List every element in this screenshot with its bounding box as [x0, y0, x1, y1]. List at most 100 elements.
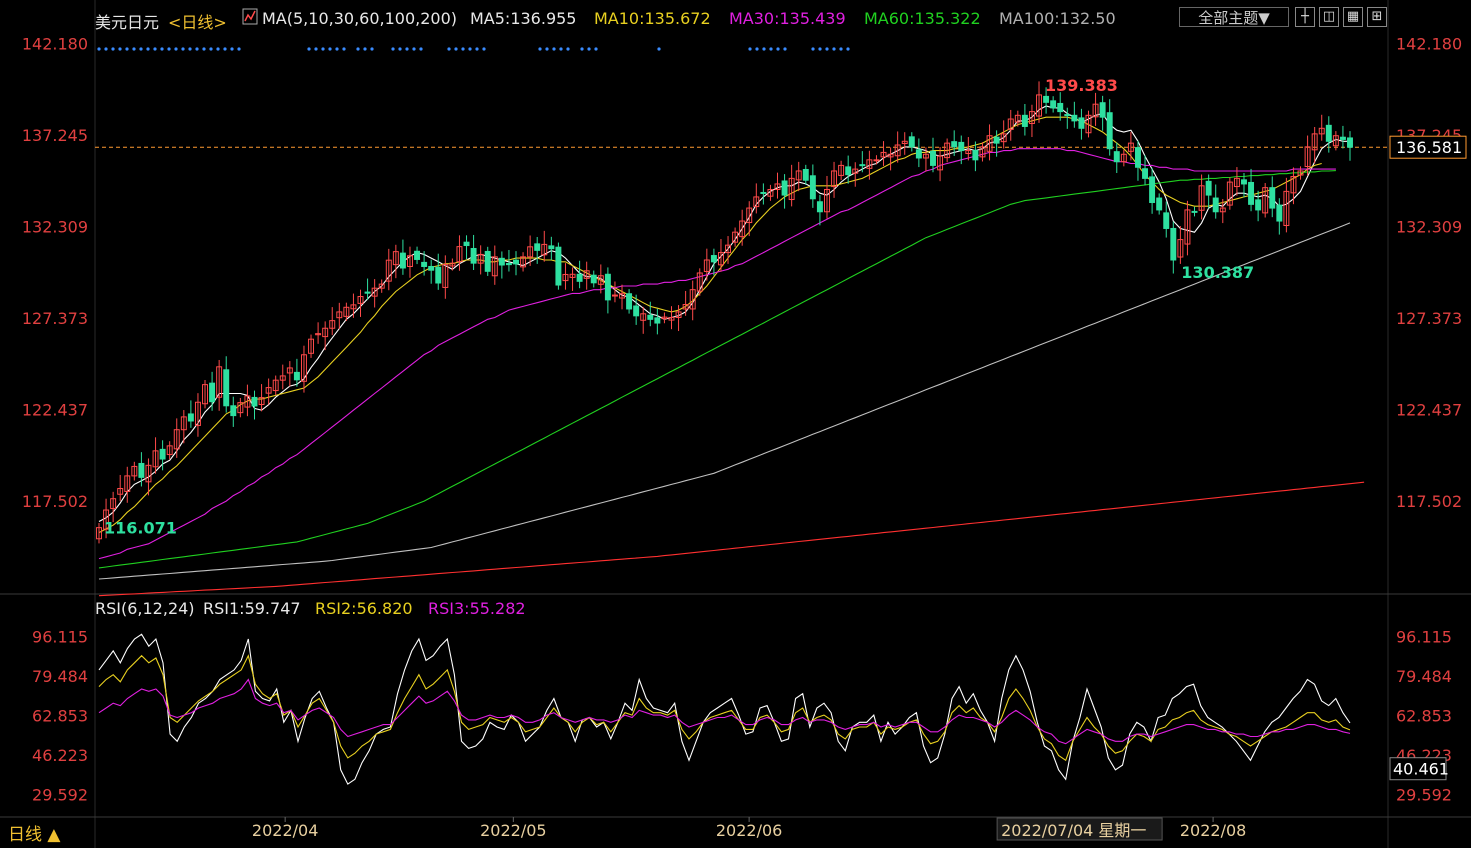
candle-down	[654, 317, 661, 324]
signal-dot	[335, 47, 339, 51]
candle-down	[802, 168, 809, 181]
signal-dot	[454, 47, 458, 51]
candle-down	[958, 141, 965, 152]
candle-down	[930, 150, 936, 166]
signal-dot	[188, 47, 192, 51]
rsi-lines	[98, 633, 1351, 785]
candle-down	[1050, 100, 1057, 109]
y-tick-left: 122.437	[22, 401, 88, 420]
signal-dot	[342, 47, 346, 51]
candle-down	[710, 255, 717, 263]
rsi-tick-right: 79.484	[1396, 667, 1452, 686]
signal-dot	[398, 47, 402, 51]
signal-dot	[118, 47, 122, 51]
signal-dot	[482, 47, 486, 51]
candle-down	[513, 259, 519, 265]
start-annotation: 116.071	[104, 519, 177, 538]
candle-down	[1043, 95, 1050, 103]
x-tick-label: 2022/04	[252, 821, 318, 840]
candle-down	[159, 448, 166, 460]
low-annotation: 130.387	[1181, 263, 1254, 282]
x-tick-label: 2022/06	[716, 821, 782, 840]
signal-dot	[447, 47, 451, 51]
ma60-value: MA60:135.322	[864, 9, 981, 28]
signal-dot	[566, 47, 570, 51]
candle-down	[435, 266, 442, 284]
ma5-value: MA5:136.955	[470, 9, 577, 28]
signal-dot	[818, 47, 822, 51]
y-tick-left: 117.502	[22, 492, 88, 511]
signal-dot	[545, 47, 549, 51]
candle-down	[1156, 197, 1163, 211]
candle-down	[414, 250, 421, 260]
y-tick-left: 127.373	[22, 309, 88, 328]
candle-down	[230, 405, 237, 417]
candle-down	[555, 246, 562, 286]
ma-lines	[98, 105, 1365, 597]
layout-icon[interactable]: ◫	[1319, 7, 1339, 27]
signal-dot	[125, 47, 129, 51]
signal-dot	[160, 47, 164, 51]
candle-down	[399, 252, 406, 269]
indicator-settings-icon[interactable]	[242, 8, 258, 25]
signal-dot	[216, 47, 220, 51]
signal-dot	[657, 47, 661, 51]
signal-dot	[195, 47, 199, 51]
signal-dot	[209, 47, 213, 51]
candle-down	[251, 396, 258, 407]
candle-down	[816, 201, 823, 213]
high-annotation: 139.383	[1045, 76, 1118, 95]
signal-dot	[776, 47, 780, 51]
signal-dot	[769, 47, 773, 51]
y-tick-right: 122.437	[1396, 401, 1462, 420]
period-toggle-button[interactable]: 日线 ▲	[8, 820, 60, 845]
signal-dot	[846, 47, 850, 51]
signal-dot	[552, 47, 556, 51]
candle-down	[1325, 124, 1332, 142]
ma100-line	[98, 222, 1351, 580]
candle-down	[1255, 199, 1262, 211]
candle-down	[293, 371, 300, 381]
rsi3-value: RSI3:55.282	[428, 599, 526, 618]
candle-down	[576, 273, 583, 282]
rsi-params: RSI(6,12,24)	[95, 599, 195, 618]
rsi1-value: RSI1:59.747	[203, 599, 301, 618]
signal-dot	[167, 47, 171, 51]
candle-down	[534, 243, 541, 251]
candle-down	[1163, 212, 1170, 229]
current-price-value: 136.581	[1396, 138, 1462, 157]
candle-down	[1241, 179, 1247, 185]
candle-down	[972, 150, 979, 161]
candle-down	[223, 369, 230, 407]
expand-icon[interactable]: ⊞	[1367, 7, 1387, 27]
candle-down	[470, 247, 477, 264]
candle-down	[604, 273, 611, 301]
signal-dot	[468, 47, 472, 51]
signal-dot	[97, 47, 101, 51]
candle-down	[1113, 151, 1120, 163]
axis-labels: 142.180 142.180137.245 137.245132.309 132.3…	[22, 34, 1467, 841]
candle-up	[611, 294, 618, 297]
theme-dropdown[interactable]: 全部主题▼	[1179, 7, 1289, 27]
candle-down	[1339, 136, 1346, 140]
crosshair-icon[interactable]: ┼	[1295, 7, 1315, 27]
signal-dot	[587, 47, 591, 51]
signal-dot	[237, 47, 241, 51]
signal-dot	[328, 47, 332, 51]
ma30-line	[98, 148, 1336, 560]
candle-down	[845, 166, 852, 176]
signal-dot	[748, 47, 752, 51]
y-tick-left: 137.245	[22, 126, 88, 145]
signal-dot	[594, 47, 598, 51]
candle-down	[421, 261, 428, 267]
signal-dot	[755, 47, 759, 51]
x-tick-label: 2022/08	[1180, 821, 1246, 840]
candle-down	[908, 136, 915, 148]
candle-down	[1269, 187, 1276, 209]
rsi-tick-right: 29.592	[1396, 786, 1452, 805]
signal-dot	[405, 47, 409, 51]
zoom-icon[interactable]: ▦	[1343, 7, 1363, 27]
candle-down	[1149, 176, 1156, 203]
rsi1-line	[98, 633, 1351, 785]
candle-down	[484, 250, 491, 272]
